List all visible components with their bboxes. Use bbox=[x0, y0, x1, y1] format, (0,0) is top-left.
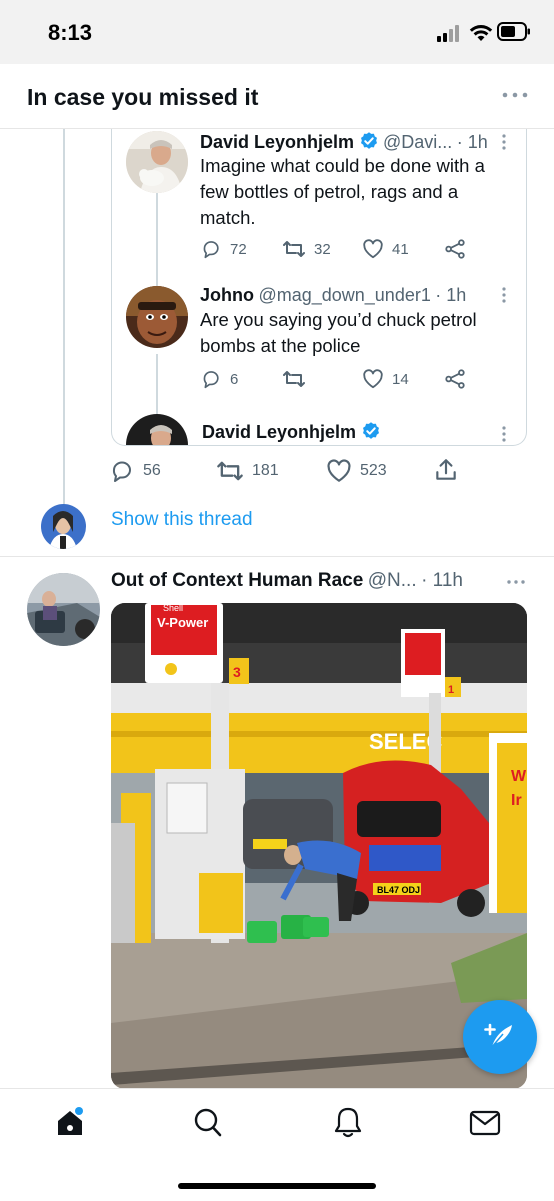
search-icon[interactable] bbox=[193, 1107, 223, 1139]
verified-badge-icon bbox=[362, 422, 379, 439]
author-name[interactable]: David Leyonhjelm bbox=[202, 422, 356, 442]
shell-sign-text: Shell bbox=[163, 603, 183, 613]
tweet-time: · 1h bbox=[435, 285, 467, 305]
more-options-icon[interactable] bbox=[502, 92, 528, 98]
svg-text:Ir: Ir bbox=[511, 792, 522, 809]
like-button[interactable]: 523 bbox=[326, 459, 387, 483]
avatar[interactable] bbox=[126, 131, 188, 193]
share-icon[interactable] bbox=[444, 239, 466, 259]
status-bar: 8:13 bbox=[0, 0, 554, 64]
avatar[interactable] bbox=[27, 573, 100, 646]
tweet-header: David Leyonhjelm bbox=[202, 421, 381, 443]
author-handle[interactable]: @N... bbox=[368, 570, 417, 591]
tweet-header: Johno @mag_down_under1 · 1h bbox=[200, 285, 466, 306]
like-count: 523 bbox=[360, 462, 387, 479]
reply-button[interactable]: 56 bbox=[111, 459, 161, 483]
home-icon[interactable] bbox=[54, 1106, 88, 1140]
reply-count: 56 bbox=[143, 462, 161, 479]
avatar-image bbox=[27, 573, 100, 646]
car-plate-text: BL47 ODJ bbox=[377, 885, 420, 895]
reply-button[interactable]: 6 bbox=[202, 369, 238, 389]
author-name[interactable]: David Leyonhjelm bbox=[200, 132, 354, 152]
page-title: In case you missed it bbox=[27, 84, 259, 110]
retweet-count: 181 bbox=[252, 462, 279, 479]
tweet-menu-icon[interactable] bbox=[506, 579, 526, 585]
avatar-image bbox=[126, 286, 188, 348]
avatar-image bbox=[41, 504, 86, 549]
retweet-icon bbox=[217, 461, 243, 481]
home-indicator bbox=[178, 1183, 376, 1189]
pump-number-3: 3 bbox=[233, 664, 241, 680]
reply-icon bbox=[203, 241, 219, 259]
divider bbox=[0, 556, 554, 557]
tweet-media-photo[interactable]: SELEC Shell V-Power 3 1 BL47 ODJ W Ir bbox=[111, 603, 527, 1089]
like-button[interactable]: 14 bbox=[362, 369, 409, 389]
tweet-text: Are you saying you’d chuck petrol bombs … bbox=[200, 309, 477, 356]
share-icon[interactable] bbox=[433, 457, 459, 483]
tweet-menu-icon[interactable] bbox=[501, 287, 507, 303]
messages-icon[interactable] bbox=[469, 1109, 501, 1137]
timeline-header: In case you missed it bbox=[0, 64, 554, 129]
retweet-button[interactable] bbox=[282, 369, 314, 389]
tweet-time: · 11h bbox=[421, 570, 463, 591]
reply-button[interactable]: 72 bbox=[202, 239, 247, 259]
retweet-button[interactable]: 32 bbox=[282, 239, 331, 259]
vpower-sign-text: V-Power bbox=[157, 615, 208, 630]
avatar[interactable] bbox=[126, 286, 188, 348]
notifications-icon[interactable] bbox=[333, 1106, 363, 1140]
retweet-icon bbox=[283, 371, 305, 387]
pump-number-1: 1 bbox=[448, 684, 454, 696]
author-handle[interactable]: @mag_down_under1 bbox=[258, 285, 430, 305]
avatar[interactable] bbox=[126, 414, 188, 445]
like-count: 41 bbox=[392, 240, 409, 258]
avatar-image bbox=[126, 414, 188, 445]
share-icon[interactable] bbox=[444, 369, 466, 389]
battery-icon bbox=[497, 22, 530, 41]
reply-count: 72 bbox=[230, 240, 247, 258]
retweet-button[interactable]: 181 bbox=[216, 459, 279, 483]
retweet-icon bbox=[283, 241, 305, 257]
tweet-menu-icon[interactable] bbox=[501, 134, 507, 150]
quoted-thread-card[interactable]: David Leyonhjelm @Davi... · 1h Imagine w… bbox=[111, 129, 527, 446]
wifi-icon bbox=[469, 25, 493, 41]
compose-feather-icon bbox=[484, 1023, 512, 1049]
author-handle[interactable]: @Davi... bbox=[383, 132, 452, 152]
tweet-text: Imagine what could be done with a few bo… bbox=[200, 155, 485, 228]
reply-count: 6 bbox=[230, 370, 239, 388]
petrol-station-photo: SELEC Shell V-Power 3 1 BL47 ODJ W Ir bbox=[111, 603, 527, 1089]
tweet-header: David Leyonhjelm @Davi... · 1h bbox=[200, 131, 488, 153]
quoted-thread-line-2 bbox=[156, 354, 158, 414]
verified-badge-icon bbox=[360, 132, 377, 149]
tweet-header: Out of Context Human Race @N... · 11h bbox=[111, 570, 463, 592]
reply-icon bbox=[203, 371, 219, 389]
compose-tweet-button[interactable] bbox=[463, 1000, 537, 1074]
tweet-menu-icon[interactable] bbox=[501, 426, 507, 442]
tweet-time: · 1h bbox=[456, 132, 488, 152]
status-time: 8:13 bbox=[48, 20, 93, 45]
avatar[interactable] bbox=[41, 504, 86, 549]
show-this-thread-link[interactable]: Show this thread bbox=[111, 509, 253, 531]
author-name[interactable]: Out of Context Human Race bbox=[111, 570, 363, 591]
avatar-image bbox=[126, 131, 188, 193]
svg-text:W: W bbox=[511, 768, 527, 785]
author-name[interactable]: Johno bbox=[200, 285, 254, 305]
heart-icon bbox=[363, 239, 383, 259]
heart-icon bbox=[363, 369, 383, 389]
cellular-signal-icon bbox=[437, 25, 459, 42]
like-count: 14 bbox=[392, 370, 409, 388]
thread-connector-line bbox=[63, 129, 65, 509]
heart-icon bbox=[327, 459, 351, 482]
reply-icon bbox=[112, 461, 131, 482]
retweet-count: 32 bbox=[314, 240, 331, 258]
like-button[interactable]: 41 bbox=[362, 239, 409, 259]
